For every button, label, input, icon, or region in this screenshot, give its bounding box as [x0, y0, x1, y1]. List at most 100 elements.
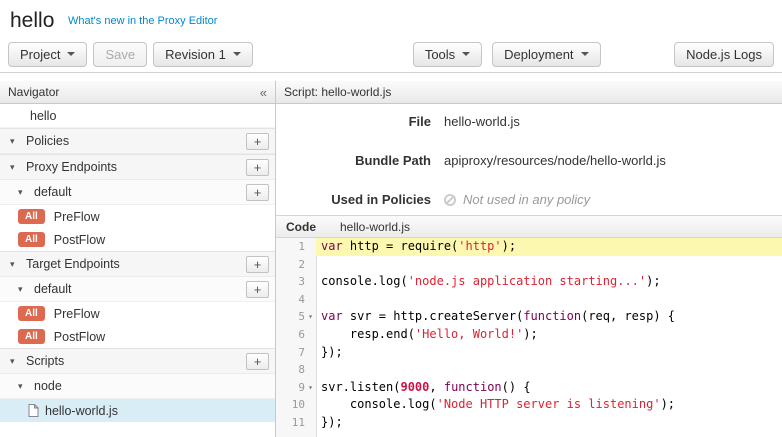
unlink-icon	[444, 194, 456, 206]
file-icon	[28, 404, 39, 417]
deployment-menu-button[interactable]: Deployment	[492, 42, 600, 67]
line-number: 4	[298, 291, 305, 309]
code-line-5: 5▾var svr = http.createServer(function(r…	[276, 308, 782, 326]
code-text[interactable]: var svr = http.createServer(function(req…	[316, 308, 782, 326]
code-line-2: 2	[276, 256, 782, 274]
proxy-editor-app: hello What's new in the Proxy Editor Pro…	[0, 0, 782, 437]
add-button[interactable]: +	[246, 256, 269, 273]
main-area: Navigator « hello▾Policies+▾Proxy Endpoi…	[0, 81, 782, 437]
line-gutter: 4	[276, 291, 316, 309]
save-button[interactable]: Save	[93, 42, 147, 67]
line-gutter: 6	[276, 326, 316, 344]
nav-flow-target-postflow[interactable]: AllPostFlow	[0, 325, 275, 348]
line-number: 11	[292, 414, 305, 432]
nav-section-target-endpoints[interactable]: ▾ Target Endpoints +	[0, 251, 275, 277]
nav-subsection-proxy-default[interactable]: ▾default+	[0, 180, 275, 205]
used-in-policies-row: Used in Policies Not used in any policy	[276, 192, 782, 207]
navigator-panel: Navigator « hello▾Policies+▾Proxy Endpoi…	[0, 81, 276, 437]
code-line-6: 6 resp.end('Hello, World!');	[276, 326, 782, 344]
code-text[interactable]: });	[316, 344, 782, 362]
toolbar-right-group: Node.js Logs	[674, 42, 774, 67]
line-gutter: 3	[276, 273, 316, 291]
fold-spacer	[305, 291, 316, 309]
nodejs-logs-label: Node.js Logs	[686, 47, 762, 62]
expander-icon[interactable]: ▾	[18, 187, 28, 198]
fold-icon[interactable]: ▾	[305, 379, 316, 397]
code-editor[interactable]: 1var http = require('http'); 23 console.lo…	[276, 238, 782, 437]
code-line-9: 9▾svr.listen(9000, function() {	[276, 379, 782, 397]
add-button[interactable]: +	[246, 281, 269, 298]
code-text[interactable]: resp.end('Hello, World!');	[316, 326, 782, 344]
line-number: 2	[298, 256, 305, 274]
nav-subsection-node[interactable]: ▾ node	[0, 374, 275, 399]
used-in-policies-label: Used in Policies	[276, 192, 431, 207]
line-gutter: 7	[276, 344, 316, 362]
line-gutter: 9▾	[276, 379, 316, 397]
tools-menu-label: Tools	[425, 47, 455, 62]
nodejs-logs-button[interactable]: Node.js Logs	[674, 42, 774, 67]
code-text[interactable]	[316, 361, 782, 379]
tools-menu-button[interactable]: Tools	[413, 42, 482, 67]
nav-item-hello[interactable]: hello	[0, 104, 275, 128]
nav-section-policies[interactable]: ▾Policies+	[0, 128, 275, 154]
fold-icon[interactable]: ▾	[305, 308, 316, 326]
expander-icon[interactable]: ▾	[18, 284, 28, 295]
fold-spacer	[305, 256, 316, 274]
whats-new-link[interactable]: What's new in the Proxy Editor	[68, 15, 217, 27]
nav-row-label: hello-world.js	[45, 404, 118, 418]
revision-menu-button[interactable]: Revision 1	[153, 42, 253, 67]
condition-badge: All	[18, 329, 45, 344]
save-button-label: Save	[105, 47, 135, 62]
nav-file-hello-world-js[interactable]: hello-world.js	[0, 399, 275, 422]
fold-spacer	[305, 396, 316, 414]
toolbar-middle-group: Tools Deployment	[413, 42, 601, 67]
revision-menu-label: Revision 1	[165, 47, 226, 62]
fold-spacer	[305, 273, 316, 291]
condition-badge: All	[18, 306, 45, 321]
expander-icon[interactable]: ▾	[10, 162, 20, 173]
line-number: 10	[292, 396, 305, 414]
code-text[interactable]: });	[316, 414, 782, 432]
nav-flow-proxy-preflow[interactable]: AllPreFlow	[0, 205, 275, 228]
add-button[interactable]: +	[246, 353, 269, 370]
nav-section-scripts[interactable]: ▾Scripts+	[0, 348, 275, 374]
code-text[interactable]	[316, 291, 782, 309]
nav-row-label: Target Endpoints	[26, 257, 120, 271]
line-gutter: 11	[276, 414, 316, 432]
expander-icon[interactable]: ▾	[10, 356, 20, 367]
line-number: 3	[298, 273, 305, 291]
nav-flow-proxy-postflow[interactable]: AllPostFlow	[0, 228, 275, 251]
line-gutter: 1	[276, 238, 316, 256]
expander-icon[interactable]: ▾	[18, 381, 28, 392]
code-file-tab[interactable]: hello-world.js	[340, 220, 410, 234]
code-text[interactable]: var http = require('http');	[316, 238, 782, 256]
nav-flow-target-preflow[interactable]: AllPreFlow	[0, 302, 275, 325]
expander-icon[interactable]: ▾	[10, 136, 20, 147]
code-text[interactable]: svr.listen(9000, function() {	[316, 379, 782, 397]
add-button[interactable]: +	[246, 133, 269, 150]
nav-row-label: hello	[30, 109, 56, 123]
line-number: 5	[298, 308, 305, 326]
navigator-header: Navigator «	[0, 81, 275, 104]
project-menu-button[interactable]: Project	[8, 42, 87, 67]
code-text[interactable]: console.log('Node HTTP server is listeni…	[316, 396, 782, 414]
code-text[interactable]	[316, 256, 782, 274]
collapse-panel-icon[interactable]: «	[260, 85, 267, 100]
code-bar-label: Code	[276, 220, 326, 234]
line-gutter: 5▾	[276, 308, 316, 326]
add-button[interactable]: +	[246, 184, 269, 201]
nav-row-label: Proxy Endpoints	[26, 160, 117, 174]
nav-row-label: node	[34, 379, 62, 393]
used-in-policies-value-wrap: Not used in any policy	[444, 192, 590, 207]
code-text[interactable]: console.log('node.js application startin…	[316, 273, 782, 291]
nav-section-proxy-endpoints[interactable]: ▾ Proxy Endpoints +	[0, 154, 275, 180]
add-button[interactable]: +	[246, 159, 269, 176]
navigator-title: Navigator	[8, 85, 59, 99]
expander-icon[interactable]: ▾	[10, 259, 20, 270]
nav-subsection-target-default[interactable]: ▾default+	[0, 277, 275, 302]
line-gutter: 8	[276, 361, 316, 379]
line-gutter: 2	[276, 256, 316, 274]
chevron-down-icon	[233, 52, 241, 56]
bundle-path-field-label: Bundle Path	[276, 153, 431, 168]
condition-badge: All	[18, 209, 45, 224]
